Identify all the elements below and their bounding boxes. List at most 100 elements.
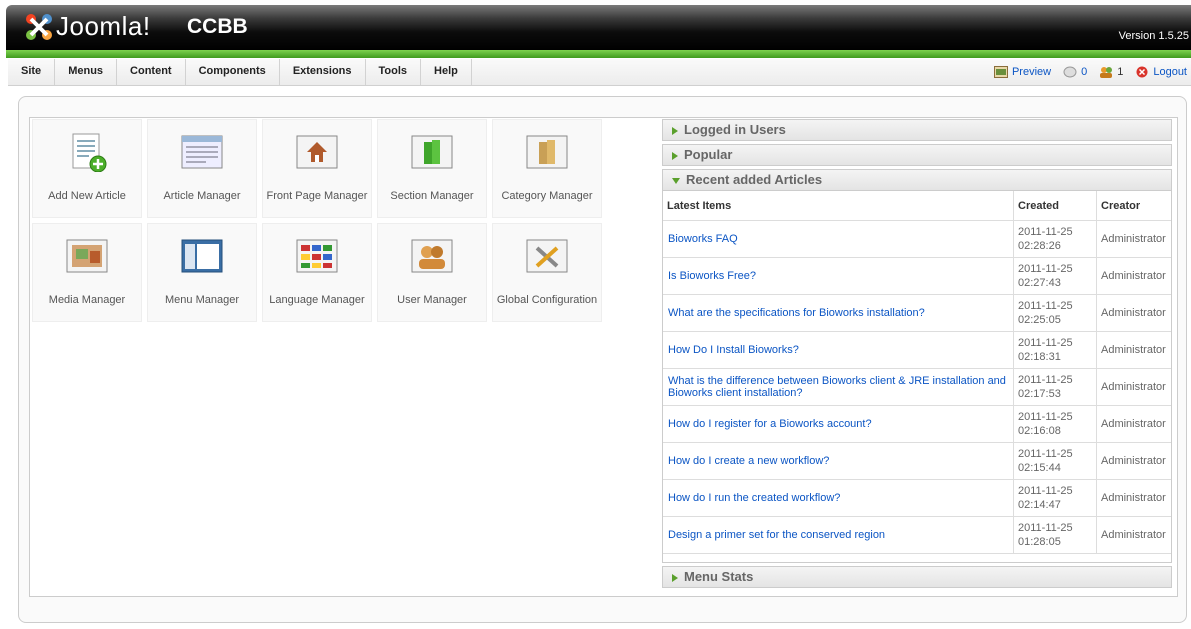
article-title-link[interactable]: How do I register for a Bioworks account… [663,405,1014,443]
article-title-link[interactable]: How Do I Install Bioworks? [663,331,1014,369]
users-online: 1 [1099,66,1123,78]
created-time: 02:27:43 [1018,277,1061,289]
creator-cell: Administrator [1096,257,1171,295]
joomla-logo-icon [26,14,52,40]
created-time: 01:28:05 [1018,536,1061,548]
article-title-link[interactable]: How do I create a new workflow? [663,442,1014,480]
created-date: 2011-11-25 [1018,448,1073,460]
table-row: What are the specifications for Bioworks… [663,294,1171,332]
cpanel-button-category-manager[interactable]: Category Manager [492,119,602,218]
panel-title: Popular [684,147,733,162]
column-header-latest-items: Latest Items [663,191,1014,221]
cpanel-button-user-manager[interactable]: User Manager [377,223,487,322]
table-row: How Do I Install Bioworks? 2011-11-25 02:1… [663,331,1171,369]
recent-articles-table: Latest Items Created Creator Bioworks FA… [662,191,1172,563]
logo-text: Joomla! [56,11,151,41]
article-manager-icon [181,135,223,169]
menu-item-tools[interactable]: Tools [366,59,422,85]
created-cell: 2011-11-25 02:27:43 [1013,257,1097,295]
table-row: How do I register for a Bioworks account… [663,405,1171,443]
status-area: Preview 0 1 Logout [993,59,1187,85]
cpanel-button-media-manager[interactable]: Media Manager [32,223,142,322]
created-date: 2011-11-25 [1018,226,1073,238]
menu-item-menus[interactable]: Menus [55,59,118,85]
creator-cell: Administrator [1096,331,1171,369]
cpanel-label: Menu Manager [165,294,239,306]
panel-menu-stats[interactable]: Menu Stats [662,566,1172,588]
creator-cell: Administrator [1096,479,1171,517]
messages-count: 0 [1081,66,1088,78]
section-icon [411,135,453,169]
article-title-link[interactable]: Is Bioworks Free? [663,257,1014,295]
created-cell: 2011-11-25 02:18:31 [1013,331,1097,369]
table-row: Bioworks FAQ 2011-11-25 02:28:26 Administra… [663,220,1171,258]
preview-icon [993,66,1008,78]
table-row: What is the difference between Bioworks … [663,368,1171,406]
created-date: 2011-11-25 [1018,485,1073,497]
article-title-link[interactable]: Design a primer set for the conserved re… [663,516,1014,554]
menu-item-help[interactable]: Help [421,59,472,85]
collapse-arrow-icon [672,177,680,184]
created-time: 02:16:08 [1018,425,1061,437]
cpanel-label: Media Manager [48,294,126,306]
article-title-link[interactable]: Bioworks FAQ [663,220,1014,258]
creator-cell: Administrator [1096,405,1171,443]
config-icon [526,239,568,273]
cpanel-button-front-page-manager[interactable]: Front Page Manager [262,119,372,218]
panel-logged-in-users[interactable]: Logged in Users [662,119,1172,141]
expand-arrow-icon [672,151,678,160]
created-cell: 2011-11-25 02:25:05 [1013,294,1097,332]
logout-link[interactable]: Logout [1135,66,1187,78]
cpanel-button-add-new-article[interactable]: Add New Article [32,119,142,218]
created-time: 02:17:53 [1018,388,1061,400]
column-header-creator: Creator [1096,191,1171,221]
expand-arrow-icon [672,573,678,582]
article-title-link[interactable]: What are the specifications for Bioworks… [663,294,1014,332]
table-row: Is Bioworks Free? 2011-11-25 02:27:43 Admin… [663,257,1171,295]
cpanel-button-language-manager[interactable]: Language Manager [262,223,372,322]
panel-popular[interactable]: Popular [662,144,1172,166]
creator-cell: Administrator [1096,220,1171,258]
version-label: Version 1.5.25 [1118,30,1189,42]
creator-cell: Administrator [1096,294,1171,332]
created-time: 02:28:26 [1018,240,1061,252]
created-cell: 2011-11-25 02:15:44 [1013,442,1097,480]
created-cell: 2011-11-25 02:16:08 [1013,405,1097,443]
created-cell: 2011-11-25 01:28:05 [1013,516,1097,554]
created-date: 2011-11-25 [1018,411,1073,423]
cpanel-button-global-configuration[interactable]: Global Configuration [492,223,602,322]
language-icon [296,239,338,273]
user-icon [411,239,453,273]
article-title-link[interactable]: How do I run the created workflow? [663,479,1014,517]
category-icon [526,135,568,169]
menu-item-content[interactable]: Content [117,59,186,85]
creator-cell: Administrator [1096,442,1171,480]
messages-link[interactable]: 0 [1063,66,1087,78]
created-date: 2011-11-25 [1018,337,1073,349]
header-bar: Joomla! CCBB Version 1.5.25 [6,5,1191,50]
messages-icon [1063,66,1077,78]
article-title-link[interactable]: What is the difference between Bioworks … [663,368,1014,406]
cpanel-button-menu-manager[interactable]: Menu Manager [147,223,257,322]
menu-item-site[interactable]: Site [8,59,56,85]
menu-item-extensions[interactable]: Extensions [280,59,366,85]
preview-link[interactable]: Preview [993,66,1052,78]
cpanel-label: Section Manager [390,190,474,202]
header-accent-bar [6,50,1191,58]
panel-recent-articles[interactable]: Recent added Articles [662,169,1172,191]
media-icon [66,239,108,273]
cpanel-label: User Manager [397,294,467,306]
created-time: 02:14:47 [1018,499,1061,511]
created-time: 02:25:05 [1018,314,1061,326]
menu-item-components[interactable]: Components [186,59,280,85]
preview-label: Preview [1011,66,1052,78]
cpanel-label: Language Manager [269,294,365,306]
menu-icon [181,239,223,273]
created-time: 02:18:31 [1018,351,1061,363]
panel-title: Recent added Articles [686,172,823,187]
table-row: Design a primer set for the conserved re… [663,516,1171,554]
table-row: How do I create a new workflow? 2011-11-2… [663,442,1171,480]
cpanel-button-section-manager[interactable]: Section Manager [377,119,487,218]
cpanel-button-article-manager[interactable]: Article Manager [147,119,257,218]
column-header-created: Created [1013,191,1097,221]
